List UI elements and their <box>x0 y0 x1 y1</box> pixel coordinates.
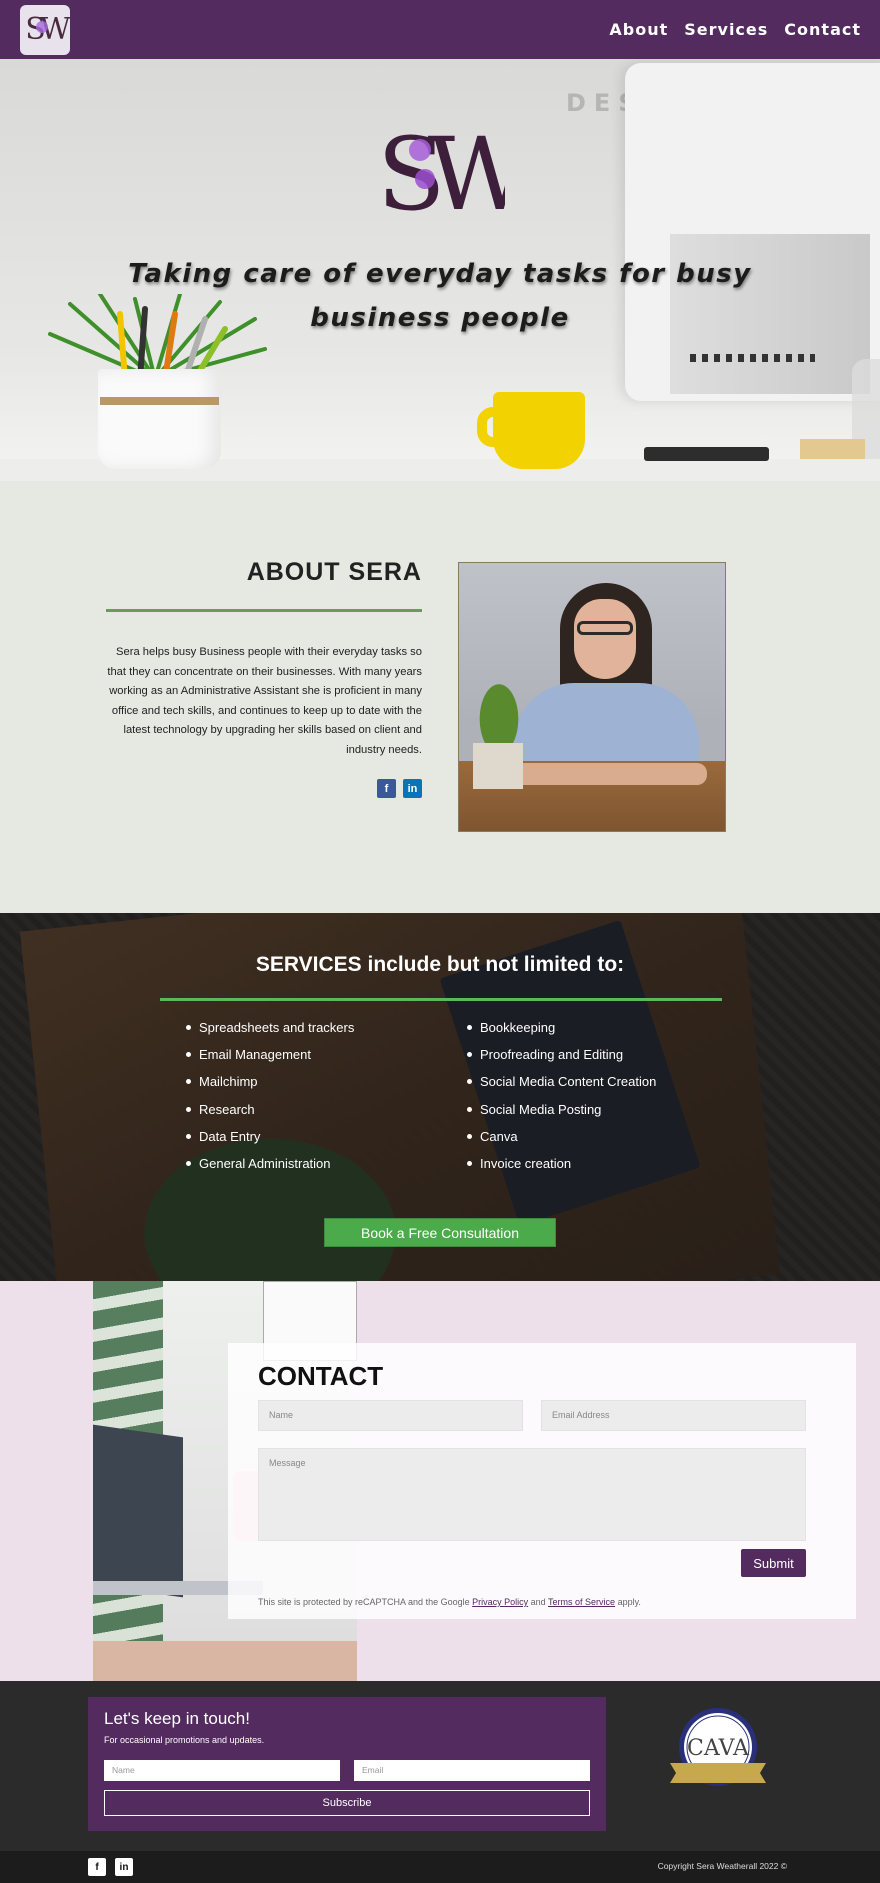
hero-keyboard <box>644 447 769 461</box>
hero-pot <box>98 369 221 469</box>
cava-badge-icon: CAVA <box>670 1708 766 1786</box>
flower-icon-2 <box>415 169 435 189</box>
about-title: ABOUT SERA <box>246 558 422 586</box>
service-item: Mailchimp <box>186 1068 354 1095</box>
contact-title: CONTACT <box>258 1361 384 1391</box>
service-item: Invoice creation <box>467 1150 656 1177</box>
about-text: Sera helps busy Business people with the… <box>107 646 422 756</box>
flower-icon <box>36 20 48 33</box>
linkedin-icon[interactable]: in <box>115 1858 133 1876</box>
hero-title: Taking care of everyday tasks for busy b… <box>128 259 752 333</box>
recaptcha-prefix: This site is protected by reCAPTCHA and … <box>258 1597 470 1607</box>
subscribe-button[interactable]: Subscribe <box>104 1790 590 1816</box>
hero-logo-text: SW <box>377 117 505 222</box>
service-item: Data Entry <box>186 1123 354 1150</box>
hero-mug <box>493 392 585 469</box>
services-list-right: Bookkeeping Proofreading and Editing Soc… <box>467 1014 656 1177</box>
hero-pot-string <box>100 397 219 405</box>
site-logo[interactable]: SW <box>20 4 70 55</box>
facebook-icon[interactable]: f <box>377 779 396 798</box>
contact-name-field[interactable]: Name <box>258 1400 523 1431</box>
services-list-left: Spreadsheets and trackers Email Manageme… <box>186 1014 354 1177</box>
service-item: Social Media Content Creation <box>467 1068 656 1095</box>
newsletter-section: Let's keep in touch! For occasional prom… <box>0 1681 880 1851</box>
site-footer: f in Copyright Sera Weatherall 2022 © <box>0 1851 880 1883</box>
hero-ports <box>690 354 815 362</box>
service-item: Canva <box>467 1123 656 1150</box>
site-header: SW About Services Contact <box>0 0 880 59</box>
footer-social-links: f in <box>88 1858 133 1876</box>
linkedin-icon[interactable]: in <box>403 779 422 798</box>
about-divider <box>106 609 422 612</box>
terms-of-service-link[interactable]: Terms of Service <box>548 1597 615 1607</box>
about-social-links: f in <box>377 779 422 798</box>
facebook-icon[interactable]: f <box>88 1858 106 1876</box>
newsletter-name-field[interactable]: Name <box>104 1760 340 1781</box>
hero-section: DES SW Taking care of everyday tasks for… <box>0 59 880 481</box>
service-item: General Administration <box>186 1150 354 1177</box>
recaptcha-and: and <box>530 1597 546 1607</box>
cava-badge-text: CAVA <box>687 1736 750 1761</box>
recaptcha-notice: This site is protected by reCAPTCHA and … <box>258 1597 641 1607</box>
service-item: Proofreading and Editing <box>467 1041 656 1068</box>
recaptcha-suffix: apply. <box>617 1597 641 1607</box>
nav-contact[interactable]: Contact <box>784 20 861 39</box>
services-title: SERVICES include but not limited to: <box>255 953 625 976</box>
service-item: Research <box>186 1096 354 1123</box>
flower-icon <box>409 139 431 161</box>
service-item: Email Management <box>186 1041 354 1068</box>
about-section: ABOUT SERA Sera helps busy Business peop… <box>0 481 880 913</box>
newsletter-subtitle: For occasional promotions and updates. <box>104 1735 265 1745</box>
book-consultation-button[interactable]: Book a Free Consultation <box>324 1218 556 1247</box>
newsletter-email-field[interactable]: Email <box>354 1760 590 1781</box>
service-item: Spreadsheets and trackers <box>186 1014 354 1041</box>
main-nav: About Services Contact <box>609 20 861 39</box>
hero-logo: SW <box>377 117 505 222</box>
contact-section: CONTACT Name Email Address Message Submi… <box>0 1281 880 1681</box>
copyright-text: Copyright Sera Weatherall 2022 © <box>657 1861 787 1871</box>
nav-about[interactable]: About <box>609 20 668 39</box>
contact-form: CONTACT Name Email Address Message Submi… <box>228 1343 856 1619</box>
contact-message-field[interactable]: Message <box>258 1448 806 1541</box>
contact-email-field[interactable]: Email Address <box>541 1400 806 1431</box>
nav-services[interactable]: Services <box>684 20 768 39</box>
newsletter-title: Let's keep in touch! <box>104 1709 250 1728</box>
privacy-policy-link[interactable]: Privacy Policy <box>472 1597 528 1607</box>
service-item: Social Media Posting <box>467 1096 656 1123</box>
services-divider <box>160 998 722 1001</box>
about-portrait-photo <box>458 562 726 832</box>
services-section: SERVICES include but not limited to: Spr… <box>0 913 880 1281</box>
service-item: Bookkeeping <box>467 1014 656 1041</box>
newsletter-box: Let's keep in touch! For occasional prom… <box>88 1697 606 1831</box>
contact-submit-button[interactable]: Submit <box>741 1549 806 1577</box>
